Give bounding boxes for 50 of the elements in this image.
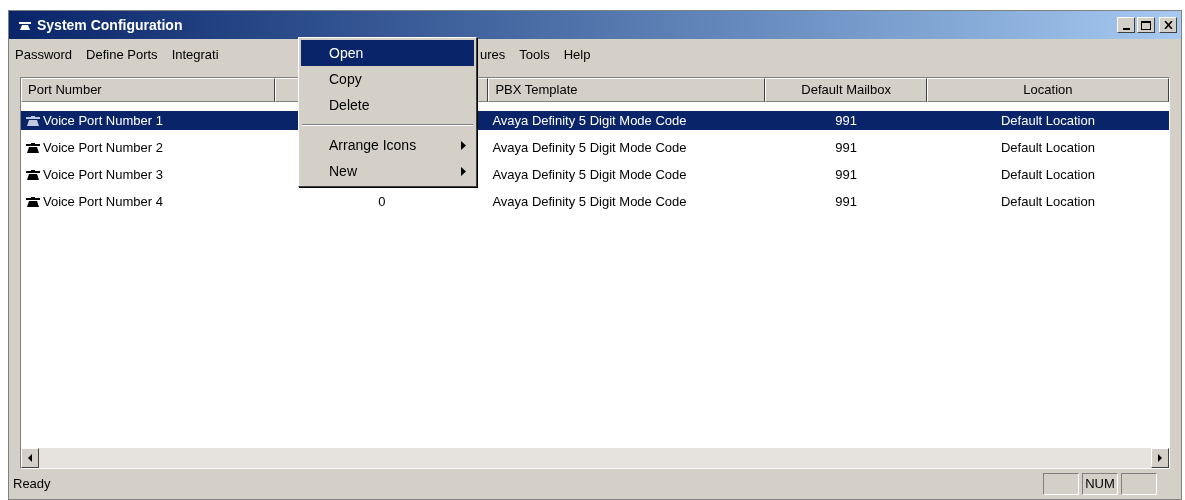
table-cell-text: Avaya Definity 5 Digit Mode Code xyxy=(491,192,688,211)
telephone-icon xyxy=(25,194,41,209)
table-cell[interactable]: Voice Port Number 3 xyxy=(43,164,163,185)
status-text: Ready xyxy=(13,475,51,494)
table-cell: Avaya Definity 5 Digit Mode Code xyxy=(488,111,766,130)
table-cell: Default Location xyxy=(926,111,1169,130)
telephone-icon xyxy=(25,140,41,155)
context-menu-item[interactable]: Open xyxy=(301,40,474,66)
table-cell: 991 xyxy=(765,111,927,130)
status-panel xyxy=(1121,473,1157,495)
table-cell-text: 991 xyxy=(834,138,858,157)
table-cell-text: Avaya Definity 5 Digit Mode Code xyxy=(491,138,688,157)
left-arrow-icon xyxy=(27,454,33,462)
context-menu-item[interactable]: Delete xyxy=(301,92,474,118)
table-cell-text: Avaya Definity 5 Digit Mode Code xyxy=(491,165,688,184)
status-panel: NUM xyxy=(1082,473,1118,495)
column-header[interactable]: PBX Template xyxy=(488,78,766,102)
context-menu-item[interactable]: Copy xyxy=(301,66,474,92)
menu-item[interactable]: Help xyxy=(561,45,593,65)
close-icon xyxy=(1163,21,1173,29)
minimize-button[interactable] xyxy=(1117,17,1135,33)
submenu-arrow-icon xyxy=(461,140,466,150)
column-header[interactable]: Port Number xyxy=(21,78,276,102)
maximize-button[interactable] xyxy=(1137,17,1155,33)
status-panel xyxy=(1043,473,1079,495)
table-cell-text: 0 xyxy=(377,192,387,211)
menu-item[interactable]: Tools xyxy=(517,45,552,65)
table-cell-text: Default Location xyxy=(999,165,1096,184)
table-cell-text: Default Location xyxy=(999,138,1096,157)
table-cell[interactable]: Voice Port Number 2 xyxy=(43,137,163,158)
telephone-icon xyxy=(25,113,41,128)
table-cell-text: 991 xyxy=(834,192,858,211)
column-header[interactable]: Location xyxy=(926,78,1169,102)
table-cell-text: Default Location xyxy=(999,192,1096,211)
telephone-icon xyxy=(25,167,41,182)
table-cell-text: 991 xyxy=(834,165,858,184)
menu-item[interactable]: Define Ports xyxy=(84,45,160,65)
menu-item[interactable]: ures xyxy=(478,45,508,65)
scroll-right-button[interactable] xyxy=(1151,448,1169,468)
table-cell[interactable]: Voice Port Number 4 xyxy=(43,191,163,212)
scroll-left-button[interactable] xyxy=(21,448,39,468)
right-arrow-icon xyxy=(1157,454,1163,462)
menu-item[interactable]: Integrati xyxy=(169,45,221,65)
menu-item[interactable]: Password xyxy=(13,45,75,65)
context-menu-item[interactable]: Arrange Icons xyxy=(301,132,474,158)
column-header[interactable]: Default Mailbox xyxy=(765,78,927,102)
close-button[interactable] xyxy=(1159,17,1177,33)
context-menu-item[interactable]: New xyxy=(301,158,474,184)
window-title: System Configuration xyxy=(37,15,183,35)
submenu-arrow-icon xyxy=(461,166,466,176)
